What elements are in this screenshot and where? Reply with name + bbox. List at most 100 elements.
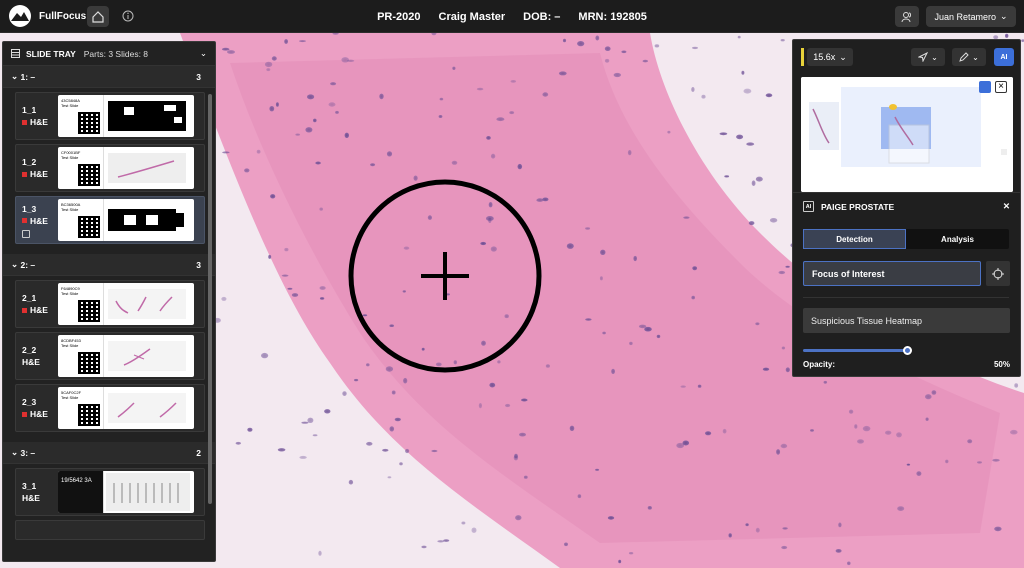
stain-label: H&E bbox=[30, 117, 48, 127]
users-icon bbox=[901, 11, 911, 22]
focus-of-interest-toggle[interactable]: Focus of Interest bbox=[803, 261, 981, 286]
qr-code-icon bbox=[78, 404, 100, 426]
slide-row-partial[interactable] bbox=[15, 520, 205, 540]
slide-tag-sub: Test Slide bbox=[61, 155, 79, 160]
slide-row-1_1[interactable]: 1_1 H&E 43C5848A Test Slide bbox=[15, 92, 205, 140]
chevron-down-icon: ⌄ bbox=[1000, 11, 1008, 21]
logo-icon bbox=[9, 5, 31, 27]
slide-tag-sub: Test Slide bbox=[61, 103, 79, 108]
slide-id: 2_3 bbox=[22, 397, 37, 407]
home-icon bbox=[92, 10, 104, 23]
part-count: 3 bbox=[196, 71, 201, 82]
slide-id: 2_2 bbox=[22, 345, 37, 355]
chevron-down-icon: ⌄ bbox=[11, 71, 21, 81]
part-label: 1: – bbox=[20, 71, 36, 82]
part-count: 3 bbox=[196, 259, 201, 270]
part-header-1[interactable]: ⌄ 1: – 3 bbox=[3, 66, 215, 88]
tray-header: SLIDE TRAY Parts: 3 Slides: 8 ⌄ bbox=[3, 42, 215, 66]
zoom-toolbar: 15.6x ⌄ ⌄ ⌄ AI bbox=[793, 40, 1020, 74]
tray-scrollbar[interactable] bbox=[208, 94, 212, 504]
heatmap-toggle[interactable]: Suspicious Tissue Heatmap bbox=[803, 308, 1010, 333]
users-button[interactable] bbox=[895, 6, 919, 27]
status-dot bbox=[22, 171, 27, 177]
info-button[interactable] bbox=[120, 8, 136, 24]
stain-label: H&E bbox=[30, 409, 48, 419]
patient-info: PR-2020 Craig Master DOB: – MRN: 192805 bbox=[0, 0, 1024, 33]
opacity-value: 50% bbox=[993, 360, 1010, 369]
status-dot bbox=[22, 307, 27, 313]
part-label: 3: – bbox=[20, 447, 36, 458]
slide-tag-sub: Test Slide bbox=[61, 395, 79, 400]
status-dot bbox=[22, 218, 27, 223]
stain-label: H&E bbox=[30, 305, 48, 315]
top-bar: FullFocus PR-2020 Craig Master DOB: – MR… bbox=[0, 0, 1024, 33]
patient-mrn: MRN: 192805 bbox=[578, 10, 647, 23]
app-name: FullFocus bbox=[39, 10, 87, 22]
patient-dob: DOB: – bbox=[523, 10, 561, 23]
slide-thumbnail[interactable]: BC36500A Test Slide bbox=[58, 199, 194, 241]
module-header: AI PAIGE PROSTATE ✕ bbox=[793, 192, 1020, 220]
crosshair-icon bbox=[992, 267, 1004, 280]
zoom-accent bbox=[801, 48, 804, 66]
slide-row-1_3[interactable]: 1_3 H&E BC36500A Test Slide bbox=[15, 196, 205, 244]
slide-thumbnail[interactable]: F64890C9 Test Slide bbox=[58, 283, 194, 325]
chevron-down-icon: ⌄ bbox=[11, 447, 21, 457]
annotate-tool-button[interactable]: ⌄ bbox=[952, 48, 986, 66]
info-icon bbox=[122, 10, 134, 22]
tools-panel: 15.6x ⌄ ⌄ ⌄ AI × AI PAIGE PROSTATE ✕ Dete… bbox=[792, 39, 1021, 377]
slide-id: 1_3 bbox=[22, 203, 37, 214]
home-button[interactable] bbox=[87, 6, 109, 27]
close-icon[interactable]: × bbox=[995, 81, 1007, 93]
slide-id: 3_1 bbox=[22, 481, 37, 491]
select-checkbox[interactable] bbox=[22, 229, 30, 238]
opacity-slider-handle[interactable] bbox=[903, 346, 912, 355]
opacity-slider-track[interactable] bbox=[803, 349, 909, 352]
slide-thumbnail[interactable]: 43C5848A Test Slide bbox=[58, 95, 194, 137]
app-logo[interactable]: FullFocus bbox=[9, 5, 86, 27]
expand-icon[interactable] bbox=[979, 81, 991, 93]
module-title: PAIGE PROSTATE bbox=[821, 201, 895, 212]
chevron-down-icon: ⌄ bbox=[11, 259, 21, 269]
ai-button[interactable]: AI bbox=[994, 48, 1014, 66]
ai-chip-icon: AI bbox=[803, 201, 814, 212]
slide-row-2_1[interactable]: 2_1 H&E F64890C9 Test Slide bbox=[15, 280, 205, 328]
minimap[interactable]: × bbox=[801, 77, 1013, 192]
qr-code-icon bbox=[78, 112, 100, 134]
zoom-select[interactable]: 15.6x ⌄ bbox=[807, 48, 853, 66]
slide-id: 2_1 bbox=[22, 293, 37, 303]
tab-detection[interactable]: Detection bbox=[803, 229, 906, 249]
collapse-tray-icon[interactable]: ⌄ bbox=[200, 48, 207, 59]
stain-label: H&E bbox=[30, 215, 48, 226]
stain-label: H&E bbox=[30, 169, 48, 179]
stain-label: H&E bbox=[22, 357, 40, 367]
navigate-tool-button[interactable]: ⌄ bbox=[911, 48, 945, 66]
stain-label: H&E bbox=[22, 493, 40, 503]
slide-id: 1_2 bbox=[22, 157, 37, 167]
status-dot bbox=[22, 119, 27, 125]
tab-analysis[interactable]: Analysis bbox=[906, 229, 1009, 249]
locate-button[interactable] bbox=[986, 261, 1010, 286]
zoom-level: 15.6x bbox=[813, 52, 836, 62]
slide-thumbnail[interactable]: 19/5642 3A bbox=[58, 471, 194, 513]
close-icon[interactable]: ✕ bbox=[1003, 201, 1010, 212]
part-header-3[interactable]: ⌄ 3: – 2 bbox=[3, 442, 215, 464]
chevron-down-icon: ⌄ bbox=[931, 52, 938, 62]
slide-thumbnail[interactable]: CF0001BF Test Slide bbox=[58, 147, 194, 189]
qr-code-icon bbox=[78, 352, 100, 374]
slide-tag-id: 19/5642 3A bbox=[61, 478, 92, 484]
slide-row-2_2[interactable]: 2_2 H&E 8CDBF453 Test Slide bbox=[15, 332, 205, 380]
part-count: 2 bbox=[196, 447, 201, 458]
part-header-2[interactable]: ⌄ 2: – 3 bbox=[3, 254, 215, 276]
part-label: 2: – bbox=[20, 259, 36, 270]
user-menu[interactable]: Juan Retamero ⌄ bbox=[926, 6, 1016, 27]
slide-tag-sub: Test Slide bbox=[61, 291, 79, 296]
slide-row-1_2[interactable]: 1_2 H&E CF0001BF Test Slide bbox=[15, 144, 205, 192]
slide-thumbnail[interactable]: 8CDBF453 Test Slide bbox=[58, 335, 194, 377]
slide-row-2_3[interactable]: 2_3 H&E 5CAF0C2F Test Slide bbox=[15, 384, 205, 432]
slide-row-3_1[interactable]: 3_1 H&E 19/5642 3A bbox=[15, 468, 205, 516]
tray-meta: Parts: 3 Slides: 8 bbox=[83, 48, 149, 59]
slide-tag-sub: Test Slide bbox=[61, 343, 79, 348]
slide-thumbnail[interactable]: 5CAF0C2F Test Slide bbox=[58, 387, 194, 429]
qr-code-icon bbox=[78, 216, 100, 238]
user-name: Juan Retamero bbox=[934, 11, 996, 22]
